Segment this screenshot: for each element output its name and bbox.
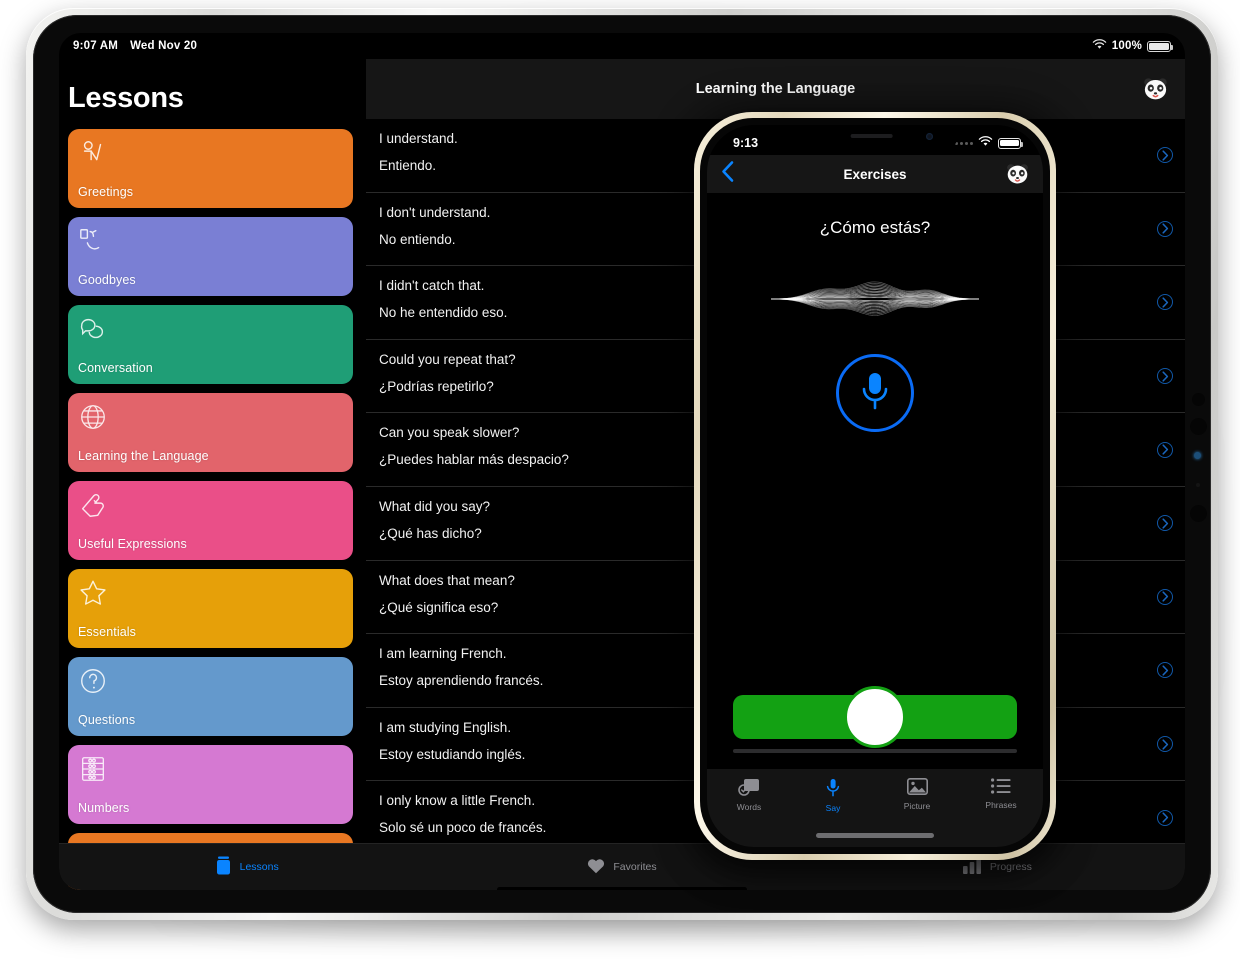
lesson-card-label: Conversation <box>78 361 153 375</box>
lesson-card-conversation[interactable]: Conversation <box>68 305 353 384</box>
chevron-right-icon[interactable] <box>1157 515 1173 532</box>
iphone-home-indicator[interactable] <box>816 833 934 838</box>
panda-icon[interactable] <box>1143 77 1168 102</box>
lesson-card-label: Learning the Language <box>78 449 209 463</box>
iphone-navigation-bar: Exercises <box>707 155 1043 193</box>
book-stack-icon <box>215 856 232 878</box>
ipad-camera-dot <box>1190 418 1207 435</box>
chevron-right-icon[interactable] <box>1157 294 1173 311</box>
speech-bubbles-icon <box>78 318 108 348</box>
lessons-sidebar: Lessons Greetings Goodbyes Conversation Lea… <box>59 59 366 890</box>
thumbs-up-icon <box>78 493 108 524</box>
tab-lessons[interactable]: Lessons <box>59 856 434 878</box>
page-title: Lessons <box>68 82 184 114</box>
ipad-indicator-light <box>1194 452 1201 459</box>
tab-phrases[interactable]: Phrases <box>959 778 1043 810</box>
front-camera-icon <box>926 133 933 140</box>
chevron-right-icon[interactable] <box>1157 736 1173 753</box>
progress-bar <box>733 749 1017 753</box>
wifi-icon <box>978 136 993 150</box>
waving-hand-door-icon <box>78 229 108 260</box>
lesson-card-label: Questions <box>78 713 136 727</box>
lesson-card-goodbyes[interactable]: Goodbyes <box>68 217 353 296</box>
cellular-signal-icon <box>955 141 973 145</box>
question-mark-icon <box>78 669 108 700</box>
ipad-status-bar: 9:07 AM Wed Nov 20 100% <box>59 33 1185 59</box>
lesson-card-label: Greetings <box>78 185 134 199</box>
battery-icon <box>998 137 1024 149</box>
lesson-card-label: Useful Expressions <box>78 537 187 551</box>
lesson-card-essentials[interactable]: Essentials <box>68 569 353 648</box>
chevron-right-icon[interactable] <box>1157 368 1173 385</box>
ipad-mic-dot <box>1196 483 1200 487</box>
chevron-right-icon[interactable] <box>1157 662 1173 679</box>
flashcards-icon <box>738 778 760 798</box>
detail-title: Learning the Language <box>695 81 856 97</box>
tab-lessons-label: Lessons <box>239 861 279 873</box>
iphone-status-time: 9:13 <box>733 136 759 150</box>
lesson-card-questions[interactable]: Questions <box>68 657 353 736</box>
panda-icon[interactable] <box>1006 163 1029 186</box>
lesson-card-numbers[interactable]: Numbers <box>68 745 353 824</box>
exercise-content: ¿Cómo estás? <box>707 193 1043 769</box>
ipad-sensor-dot <box>1190 505 1207 522</box>
lesson-card-greetings[interactable]: Greetings <box>68 129 353 208</box>
earpiece-speaker <box>850 134 893 138</box>
lesson-card-label: Essentials <box>78 625 136 639</box>
lesson-card-label: Goodbyes <box>78 273 136 287</box>
checkmark-icon <box>844 686 906 748</box>
lesson-card-learning-the-language[interactable]: Learning the Language <box>68 393 353 472</box>
exercise-prompt: ¿Cómo estás? <box>819 218 931 237</box>
ipad-sensor-dot <box>1192 393 1205 406</box>
tab-say[interactable]: Say <box>791 778 875 813</box>
tab-say-label: Say <box>825 803 841 813</box>
iphone-notch <box>791 125 959 151</box>
lesson-card-useful-expressions[interactable]: Useful Expressions <box>68 481 353 560</box>
tab-picture-label: Picture <box>903 801 931 811</box>
iphone-nav-title: Exercises <box>843 166 907 182</box>
iphone-screen: 9:13 Exercises ¿Cómo estás? Words Say Pi… <box>707 125 1043 847</box>
tab-phrases-label: Phrases <box>985 800 1017 810</box>
photo-icon <box>906 778 928 797</box>
microphone-icon <box>826 778 840 799</box>
wifi-icon <box>1092 39 1107 53</box>
ipad-status-date: Wed Nov 20 <box>130 40 198 52</box>
ipad-status-time: 9:07 AM <box>73 40 119 52</box>
battery-icon <box>1147 40 1174 52</box>
tab-favorites-label: Favorites <box>613 861 657 873</box>
lesson-card-label: Numbers <box>78 801 130 815</box>
tab-picture[interactable]: Picture <box>875 778 959 811</box>
success-banner[interactable] <box>707 686 1043 748</box>
abacus-icon <box>78 757 108 788</box>
chevron-right-icon[interactable] <box>1157 809 1173 826</box>
screenshot-stage: 9:07 AM Wed Nov 20 100% Lessons Greeting… <box>0 0 1240 960</box>
chevron-right-icon[interactable] <box>1157 220 1173 237</box>
globe-icon <box>78 405 108 436</box>
microphone-record-button[interactable] <box>836 354 914 432</box>
audio-waveform-icon <box>707 276 1043 322</box>
chevron-right-icon[interactable] <box>1157 588 1173 605</box>
microphone-icon <box>858 370 892 417</box>
chevron-right-icon[interactable] <box>1157 441 1173 458</box>
list-icon <box>991 778 1011 796</box>
waving-person-icon <box>78 141 108 172</box>
iphone-tab-bar: Words Say Picture Phrases <box>707 769 1043 847</box>
star-icon <box>78 580 108 612</box>
ipad-home-indicator <box>497 887 747 890</box>
tab-words[interactable]: Words <box>707 778 791 812</box>
tab-words-label: Words <box>736 802 762 812</box>
heart-icon <box>587 858 605 877</box>
chevron-right-icon[interactable] <box>1157 147 1173 164</box>
lesson-card-list[interactable]: Greetings Goodbyes Conversation Learning th… <box>59 129 366 890</box>
ipad-battery-percent: 100% <box>1111 40 1142 52</box>
chevron-left-icon[interactable] <box>721 161 734 188</box>
